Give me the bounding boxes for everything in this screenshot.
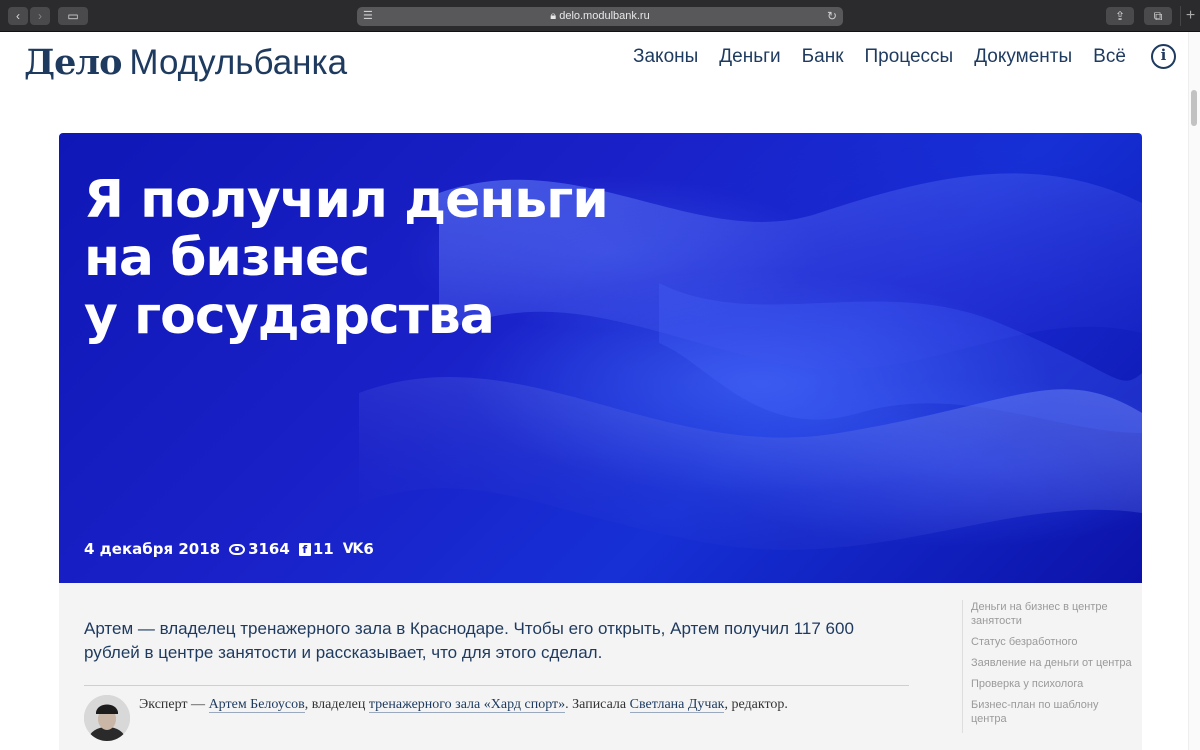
article-lead: Артем — владелец тренажерного зала в Кра… — [84, 619, 854, 662]
new-tab-button[interactable]: + — [1180, 6, 1200, 26]
scroll-thumb[interactable] — [1191, 90, 1197, 126]
publish-date: 4 декабря 2018 — [84, 540, 221, 558]
tabs-icon: ⧉ — [1153, 9, 1163, 23]
vk-count: 6 — [363, 540, 374, 558]
hero-banner: Я получил деньги на бизнес у государства… — [59, 133, 1142, 583]
expert-name-link[interactable]: Артем Белоусов — [208, 697, 305, 713]
toc-item[interactable]: Статус безработного — [971, 635, 1132, 649]
site-logo[interactable]: Дело Модульбанка — [24, 42, 347, 83]
expert-company-link[interactable]: тренажерного зала «Хард спорт» — [368, 697, 566, 713]
title-line-2: на бизнес — [84, 228, 370, 288]
nav-item-laws[interactable]: Законы — [633, 46, 698, 68]
reader-icon[interactable]: ☰ — [363, 7, 373, 26]
reload-icon[interactable]: ↻ — [827, 7, 837, 26]
facebook-icon: f — [298, 542, 311, 556]
nav-item-documents[interactable]: Документы — [974, 46, 1072, 68]
share-button[interactable]: ⇪ — [1106, 7, 1134, 25]
info-icon[interactable]: i — [1151, 44, 1176, 69]
vk-share[interactable]: VK 6 — [343, 540, 374, 558]
sidebar-toggle-button[interactable]: ▭ — [58, 7, 88, 25]
article-body: Артем — владелец тренажерного зала в Кра… — [59, 583, 1142, 750]
toc-item[interactable]: Заявление на деньги от центра — [971, 656, 1132, 670]
facebook-share[interactable]: f 11 — [298, 540, 334, 558]
views-counter: 3164 — [229, 540, 290, 558]
nav-item-money[interactable]: Деньги — [719, 46, 780, 68]
nav-item-processes[interactable]: Процессы — [865, 46, 954, 68]
article-title: Я получил деньги на бизнес у государства — [84, 171, 684, 345]
main-nav: Законы Деньги Банк Процессы Документы Вс… — [633, 46, 1126, 68]
table-of-contents: Деньги на бизнес в центре занятости Стат… — [962, 600, 1132, 733]
toc-item[interactable]: Проверка у психолога — [971, 677, 1132, 691]
lock-icon: 🔒︎ — [550, 10, 557, 22]
expert-credit: Эксперт — Артем Белоусов, владелец трена… — [139, 697, 788, 713]
title-line-1: Я получил деньги — [84, 170, 609, 230]
sidebar-icon: ▭ — [67, 9, 79, 23]
toc-item[interactable]: Деньги на бизнес в центре занятости — [971, 600, 1132, 628]
eye-icon — [229, 543, 246, 555]
url-text: 🔒︎ delo.modulbank.ru — [550, 10, 650, 22]
divider — [84, 685, 909, 686]
views-count: 3164 — [248, 540, 290, 558]
toc-item[interactable]: Бизнес-план по шаблону центра — [971, 698, 1132, 726]
forward-button[interactable]: › — [30, 7, 50, 25]
title-line-3: у государства — [84, 286, 495, 346]
expert-avatar — [84, 695, 130, 741]
logo-light-text: Модульбанка — [129, 43, 348, 82]
article-meta: 4 декабря 2018 3164 f 11 VK 6 — [84, 540, 383, 558]
share-icon: ⇪ — [1114, 9, 1126, 23]
address-bar[interactable]: ☰ 🔒︎ delo.modulbank.ru ↻ — [357, 7, 843, 26]
vk-icon: VK — [342, 541, 364, 557]
avatar-image — [84, 695, 130, 741]
facebook-count: 11 — [312, 540, 334, 558]
browser-toolbar: ‹ › ▭ ☰ 🔒︎ delo.modulbank.ru ↻ ⇪ ⧉ + — [0, 0, 1200, 32]
tabs-overview-button[interactable]: ⧉ — [1144, 7, 1172, 25]
back-button[interactable]: ‹ — [8, 7, 28, 25]
nav-item-bank[interactable]: Банк — [802, 46, 844, 68]
nav-item-all[interactable]: Всё — [1093, 46, 1126, 68]
writer-name-link[interactable]: Светлана Дучак — [629, 697, 725, 713]
page-scrollbar[interactable] — [1188, 32, 1200, 750]
logo-bold-text: Дело — [24, 42, 122, 83]
